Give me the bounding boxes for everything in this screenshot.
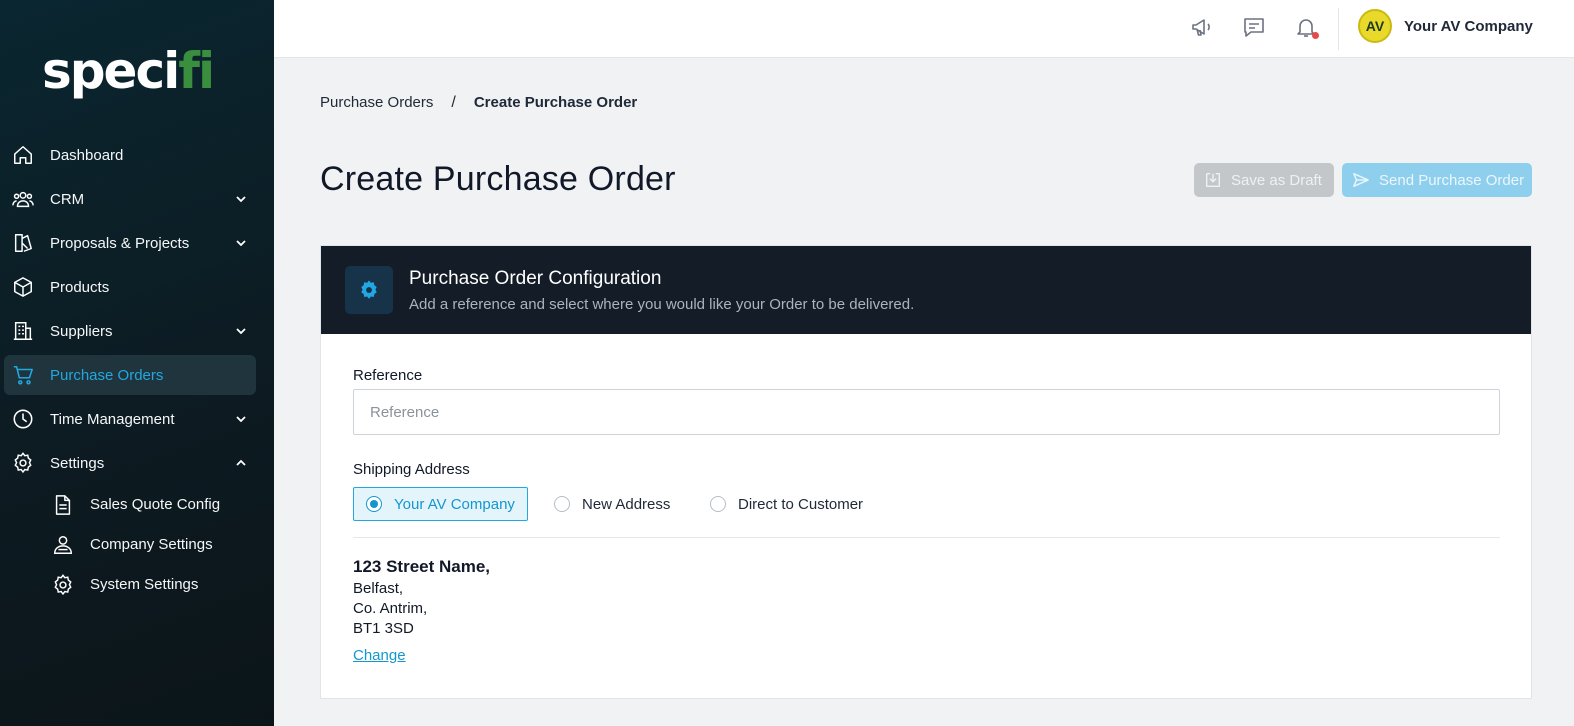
sidebar-item-suppliers[interactable]: Suppliers [4,311,256,351]
gear-icon [361,280,377,299]
box-icon [14,277,32,297]
sidebar-item-dashboard[interactable]: Dashboard [4,135,256,175]
sidebar-item-label: Suppliers [50,322,113,340]
chevron-down-icon [236,240,246,247]
sidebar-item-products[interactable]: Products [4,267,256,307]
gear-icon [14,452,32,474]
chevron-down-icon [236,328,246,335]
radio-unselected-icon [710,496,726,512]
sidebar-item-label: Proposals & Projects [50,234,190,252]
building-icon [13,322,33,340]
sidebar-subitem-sales-quote-config[interactable]: Sales Quote Config [4,487,256,523]
address-line-3: Co. Antrim, [353,600,428,617]
sidebar-item-label: Dashboard [50,146,124,164]
breadcrumb-separator: / [451,94,456,111]
radio-unselected-icon [554,496,570,512]
sidebar-item-proposals[interactable]: Proposals & Projects [4,223,256,263]
gear-icon [54,574,72,596]
notifications-button[interactable] [1294,15,1319,39]
home-icon [14,146,32,164]
sidebar-item-purchase-orders[interactable]: Purchase Orders [4,355,256,395]
chevron-up-icon [236,459,246,466]
send-icon [1353,172,1369,188]
radio-selected-icon [366,496,382,512]
proposal-icon [14,234,32,252]
sidebar-item-label: Settings [50,454,105,472]
sidebar-subitem-label: Company Settings [90,536,213,553]
logo-text: specifi [42,42,215,100]
company-name[interactable]: Your AV Company [1404,18,1533,35]
download-tray-icon [1205,172,1221,188]
reference-input[interactable] [353,389,1500,435]
shipping-option-label: Direct to Customer [738,495,864,513]
sidebar-item-label: CRM [50,190,85,208]
shipping-option-new-address[interactable]: New Address [554,487,670,521]
clock-icon [13,409,33,429]
sidebar-subitem-label: System Settings [90,576,199,593]
breadcrumb-purchase-orders[interactable]: Purchase Orders [320,94,433,112]
users-icon [12,191,34,208]
card-subtitle: Add a reference and select where you wou… [409,296,915,313]
page-title: Create Purchase Order [320,160,676,198]
topbar: AV Your AV Company [274,0,1574,58]
sidebar-item-label: Time Management [50,410,175,428]
sidebar-item-settings[interactable]: Settings [4,443,256,483]
document-icon [55,495,71,515]
shipping-option-label: New Address [582,495,671,513]
megaphone-icon[interactable] [1190,15,1214,39]
sidebar-nav: Dashboard CRM Proposals & Projects Produ… [0,135,274,607]
shipping-option-label: Your AV Company [394,495,515,513]
sidebar: specifi Dashboard CRM Proposals & Projec… [0,0,274,726]
address-line-2: Belfast, [353,580,404,597]
section-divider [353,537,1500,538]
card-header: Purchase Order Configuration Add a refer… [321,246,1531,334]
breadcrumb: Purchase Orders / Create Purchase Order [320,94,637,112]
save-as-draft-button[interactable]: Save as Draft [1194,163,1334,197]
breadcrumb-current: Create Purchase Order [473,94,638,111]
send-purchase-order-label: Send Purchase Order [1379,171,1525,189]
chat-icon[interactable] [1242,15,1266,39]
send-purchase-order-button[interactable]: Send Purchase Order [1342,163,1532,197]
shipping-option-your-av-company[interactable]: Your AV Company [353,487,528,521]
cart-icon [13,365,33,385]
save-as-draft-label: Save as Draft [1231,171,1322,189]
sidebar-subitem-system-settings[interactable]: System Settings [4,567,256,603]
card-title: Purchase Order Configuration [409,268,662,289]
sidebar-item-label: Products [50,278,110,296]
reference-label: Reference [353,367,423,384]
chevron-down-icon [236,416,246,423]
change-address-link[interactable]: Change [353,647,406,664]
specifi-logo[interactable]: specifi [42,34,215,100]
config-icon-box [345,266,393,314]
address-line-4: BT1 3SD [353,620,414,637]
sidebar-item-time-management[interactable]: Time Management [4,399,256,439]
sidebar-item-label: Purchase Orders [50,366,164,384]
address-line-1: 123 Street Name, [353,557,491,576]
notification-dot [1312,32,1319,39]
purchase-order-config-card: Purchase Order Configuration Add a refer… [320,245,1532,699]
topbar-divider [1338,8,1339,50]
chevron-down-icon [236,196,246,203]
shipping-option-direct-to-customer[interactable]: Direct to Customer [710,487,863,521]
sidebar-subitem-company-settings[interactable]: Company Settings [4,527,256,563]
team-icon [54,536,72,554]
avatar[interactable]: AV [1358,9,1392,43]
sidebar-subitem-label: Sales Quote Config [90,496,221,513]
shipping-address-label: Shipping Address [353,461,470,478]
sidebar-item-crm[interactable]: CRM [4,179,256,219]
